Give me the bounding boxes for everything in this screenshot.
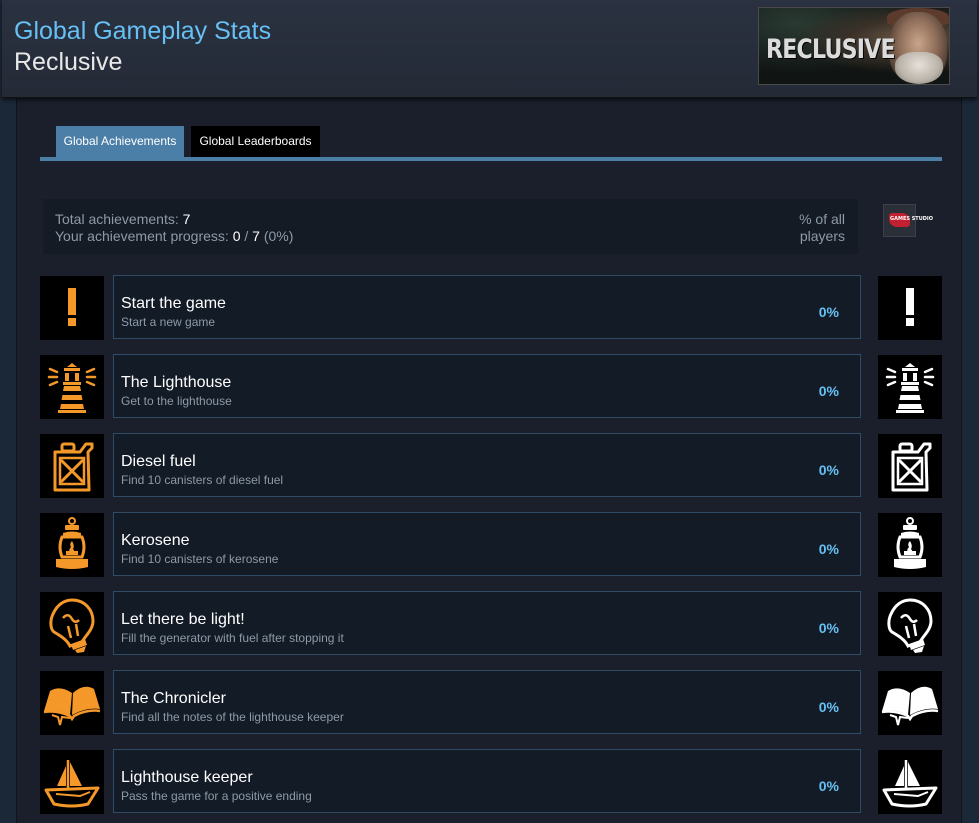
lighthouse-icon	[878, 355, 942, 419]
achievement-name: The Chronicler	[121, 690, 226, 707]
progress-total: 7	[252, 228, 260, 244]
tab-global-leaderboards[interactable]: Global Leaderboards	[191, 126, 320, 157]
page-header: Global Gameplay Stats Reclusive RECLUSIV…	[2, 0, 977, 98]
achievement-percent: 0%	[818, 778, 839, 794]
jerrycan-icon	[40, 434, 104, 498]
achievement-percent: 0%	[818, 620, 839, 636]
achievement-row: Kerosene Find 10 canisters of kerosene 0%	[113, 512, 861, 576]
paper-boat-icon	[878, 750, 942, 814]
achievement-description: Find 10 canisters of kerosene	[121, 552, 279, 566]
progress-percent: (0%)	[263, 228, 294, 244]
developer-logo-text: GAMES STUDIO	[890, 216, 934, 222]
achievement-row: Lighthouse keeper Pass the game for a pos…	[113, 749, 861, 813]
achievement-row: Start the game Start a new game 0%	[113, 275, 861, 339]
achievement-description: Start a new game	[121, 315, 216, 329]
achievement-row: The Lighthouse Get to the lighthouse 0%	[113, 354, 861, 418]
achievement-name: The Lighthouse	[121, 374, 232, 391]
achievement-description: Get to the lighthouse	[121, 394, 232, 408]
achievement-name: Kerosene	[121, 532, 190, 549]
achievement-progress: Your achievement progress: 0 / 7 (0%)	[55, 228, 293, 244]
total-value: 7	[182, 211, 191, 227]
game-banner-image[interactable]: RECLUSIVE	[758, 7, 950, 85]
tab-global-achievements[interactable]: Global Achievements	[56, 126, 184, 157]
game-name[interactable]: Reclusive	[14, 48, 122, 77]
achievement-description: Fill the generator with fuel after stopp…	[121, 631, 344, 645]
achievement-percent: 0%	[818, 699, 839, 715]
total-label: Total achievements:	[55, 211, 179, 227]
lightbulb-icon	[878, 592, 942, 656]
achievement-name: Lighthouse keeper	[121, 769, 253, 786]
achievement-description: Pass the game for a positive ending	[121, 789, 312, 803]
percent-column-header: % of all players	[799, 211, 845, 244]
lantern-icon	[878, 513, 942, 577]
progress-label: Your achievement progress:	[55, 228, 229, 244]
achievement-description: Find 10 canisters of diesel fuel	[121, 473, 284, 487]
exclamation-icon	[878, 276, 942, 340]
achievement-description: Find all the notes of the lighthouse kee…	[121, 710, 344, 724]
exclamation-icon	[40, 276, 104, 340]
achievement-name: Diesel fuel	[121, 453, 196, 470]
achievement-row: Diesel fuel Find 10 canisters of diesel f…	[113, 433, 861, 497]
banner-logo-text: RECLUSIVE	[766, 34, 896, 65]
banner-beard	[895, 52, 943, 84]
achievement-percent: 0%	[818, 462, 839, 478]
achievement-summary: Total achievements: 7 Your achievement p…	[43, 199, 858, 254]
lighthouse-icon	[40, 355, 104, 419]
developer-logo[interactable]: GAMES STUDIO	[883, 204, 933, 237]
achievement-name: Start the game	[121, 295, 226, 312]
progress-unlocked: 0	[232, 228, 241, 244]
progress-separator: /	[244, 228, 249, 244]
open-book-icon	[40, 671, 104, 735]
jerrycan-icon	[878, 434, 942, 498]
achievement-name: Let there be light!	[121, 611, 245, 628]
achievement-row: Let there be light! Fill the generator wi…	[113, 591, 861, 655]
achievement-percent: 0%	[818, 383, 839, 399]
achievement-percent: 0%	[818, 304, 839, 320]
tab-bar: Global Achievements Global Leaderboards	[40, 126, 942, 161]
achievement-percent: 0%	[818, 541, 839, 557]
page-title: Global Gameplay Stats	[14, 17, 272, 45]
total-achievements: Total achievements: 7	[55, 211, 190, 227]
paper-boat-icon	[40, 750, 104, 814]
lightbulb-icon	[40, 592, 104, 656]
achievement-row: The Chronicler Find all the notes of the …	[113, 670, 861, 734]
lantern-icon	[40, 513, 104, 577]
open-book-icon	[878, 671, 942, 735]
